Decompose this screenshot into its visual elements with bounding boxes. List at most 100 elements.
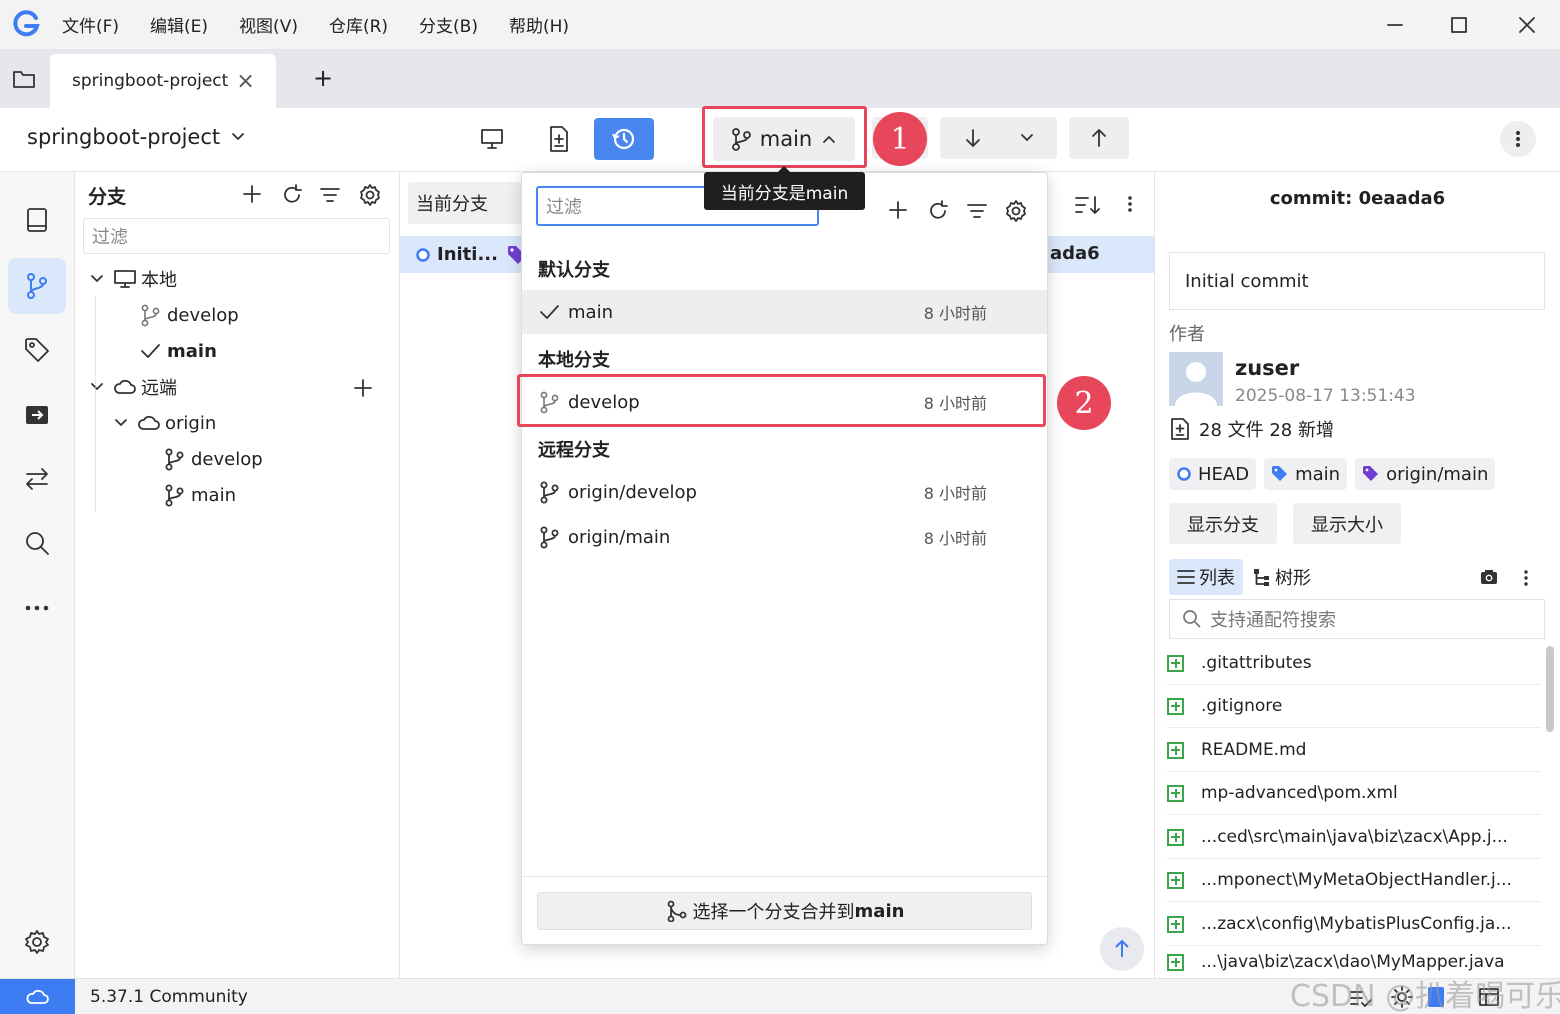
commit-message-box: Initial commit [1169,252,1545,310]
view-list-tab[interactable]: 列表 [1169,559,1243,595]
branch-panel: 分支 过滤 本地 develop main 远端 origin develop … [75,172,400,978]
ref-origin-main[interactable]: origin/main [1355,458,1496,490]
more-vertical-icon[interactable] [1523,569,1529,587]
scroll-to-top-button[interactable] [1100,927,1144,971]
tab-springboot-project[interactable]: springboot-project × [50,54,276,108]
history-button[interactable] [594,118,654,160]
menu-help[interactable]: 帮助(H) [509,12,569,37]
branch-panel-title: 分支 [88,186,127,208]
add-tab-button[interactable]: + [313,64,333,92]
ref-main[interactable]: main [1264,458,1348,490]
file-row[interactable]: ...zacx\config\MybatisPlusConfig.ja... [1167,903,1541,946]
current-branch-filter[interactable]: 当前分支 [408,182,523,224]
tooltip-arrow [777,166,791,173]
tree-local-node[interactable]: 本地 [89,261,177,297]
file-name: mp-advanced\pom.xml [1201,783,1398,803]
tree-branch-label: main [167,340,217,362]
rail-settings-icon[interactable] [8,914,66,970]
sort-icon[interactable] [1074,194,1102,216]
file-row[interactable]: .gitignore [1167,685,1541,728]
commit-file-icon[interactable] [545,124,573,154]
rail-workspace-icon[interactable] [8,193,66,249]
git-branch-icon [141,304,160,327]
tree-branch-main[interactable]: main [139,333,217,369]
ref-label: origin/main [1386,463,1489,485]
menu-branch[interactable]: 分支(B) [419,12,478,37]
show-size-button[interactable]: 显示大小 [1293,503,1401,544]
menu-repository[interactable]: 仓库(R) [329,12,388,37]
file-row[interactable]: README.md [1167,729,1541,772]
ref-head[interactable]: HEAD [1169,458,1257,490]
nav-rail [0,172,75,978]
dropdown-remote-branch-main[interactable]: origin/main 8 小时前 [522,515,1047,559]
add-branch-icon[interactable] [888,200,908,220]
menu-edit[interactable]: 编辑(E) [150,12,208,37]
file-search-input[interactable]: 支持通配符搜索 [1169,599,1545,639]
rail-remote-icon[interactable] [8,387,66,443]
commit-detail-title: commit: 0eaada6 [1269,188,1446,209]
repo-selector[interactable]: springboot-project [27,125,248,149]
file-name: ...zacx\config\MybatisPlusConfig.ja... [1201,914,1512,934]
tree-origin-node[interactable]: origin [113,405,216,441]
menu-file[interactable]: 文件(F) [62,12,119,37]
cloud-icon [138,415,160,430]
maximize-button[interactable] [1444,10,1474,40]
tag-icon [1272,466,1288,481]
cloud-icon [114,379,136,394]
added-file-icon [1167,915,1184,933]
rail-branches-icon[interactable] [8,258,66,314]
status-bar: 5.37.1 Community CSDN @扒着喝可乐 [0,978,1560,1014]
author-date: 2025-08-17 13:51:43 [1235,386,1416,406]
monitor-icon[interactable] [478,125,506,153]
tree-guide-line [95,297,96,512]
tree-remote-branch-develop[interactable]: develop [163,441,263,477]
settings-icon[interactable] [358,183,382,207]
filter-icon[interactable] [966,200,988,222]
tree-branch-develop[interactable]: develop [139,297,239,333]
arrow-up-icon [1115,939,1129,957]
rail-search-icon[interactable] [8,515,66,571]
tree-remote-branch-main[interactable]: main [163,477,236,513]
commit-hash: ada6 [1050,243,1100,264]
file-list-scrollbar[interactable] [1546,646,1554,732]
head-circle-icon [416,247,430,262]
show-branch-button[interactable]: 显示分支 [1169,503,1277,544]
settings-icon[interactable] [1004,199,1028,223]
minimize-button[interactable] [1380,10,1410,40]
menu-view[interactable]: 视图(V) [239,12,298,37]
refresh-icon[interactable] [281,184,303,206]
pull-button[interactable] [940,117,1057,159]
file-row[interactable]: ...mponect\MyMetaObjectHandler.j... [1167,859,1541,902]
add-branch-icon[interactable] [242,184,262,204]
close-window-button[interactable] [1512,10,1542,40]
sync-status-button[interactable] [0,979,75,1014]
file-name: README.md [1201,740,1307,760]
more-vertical-icon[interactable] [1127,194,1133,214]
rail-tags-icon[interactable] [8,322,66,378]
dropdown-branch-time: 8 小时前 [923,529,987,548]
file-row[interactable]: .gitattributes [1167,642,1541,685]
merge-branch-button[interactable]: 选择一个分支合并到 main [537,892,1032,930]
tree-remote-node[interactable]: 远端 [89,369,177,405]
dropdown-remote-branch-develop[interactable]: origin/develop 8 小时前 [522,470,1047,514]
folder-icon[interactable] [12,68,36,90]
rail-compare-icon[interactable] [8,451,66,507]
view-list-label: 列表 [1199,568,1235,589]
view-tree-tab[interactable]: 树形 [1253,559,1311,595]
chevron-down-icon [1020,134,1033,141]
refresh-icon[interactable] [927,200,949,222]
merge-icon [667,900,686,922]
dropdown-branch-main[interactable]: main 8 小时前 [522,290,1047,334]
menu-bar: 文件(F) 编辑(E) 视图(V) 仓库(R) 分支(B) 帮助(H) [62,12,600,37]
push-button[interactable] [1069,117,1129,159]
file-row[interactable]: ...ced\src\main\java\biz\zacx\App.j... [1167,816,1541,859]
file-row[interactable]: mp-advanced\pom.xml [1167,772,1541,815]
tab-close-icon[interactable]: × [236,69,254,94]
filter-icon[interactable] [319,184,341,206]
rail-more-icon[interactable] [8,580,66,636]
more-options-button[interactable] [1500,121,1536,157]
git-branch-icon [165,448,184,471]
camera-icon[interactable] [1480,569,1498,585]
add-remote-icon[interactable] [353,378,373,398]
branch-filter-input[interactable]: 过滤 [83,218,390,254]
